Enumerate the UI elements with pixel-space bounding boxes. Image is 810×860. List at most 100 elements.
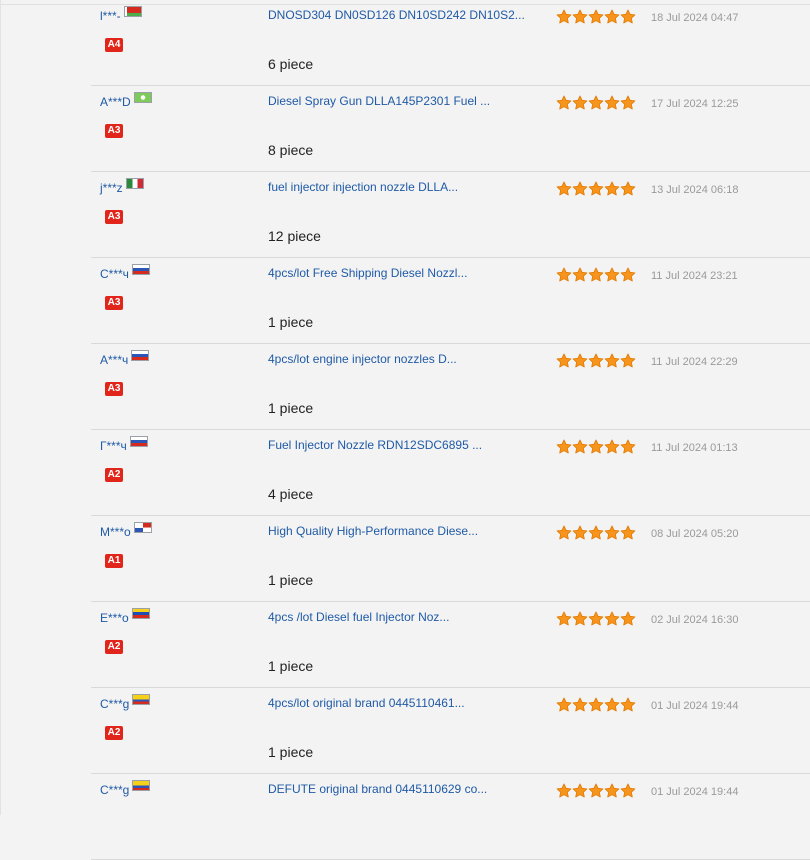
country-flag-icon — [124, 6, 142, 17]
rating-stars — [556, 181, 636, 197]
country-flag-icon — [130, 436, 148, 447]
buyer-name: C***g — [100, 697, 130, 711]
product-link[interactable]: 4pcs/lot Free Shipping Diesel Nozzl... — [268, 266, 467, 280]
feedback-row-1: l***- A4 DNOSD304 DN0SD126 DN10SD242 DN1… — [1, 0, 810, 86]
feedback-date: 18 Jul 2024 04:47 — [651, 12, 739, 24]
star-icon — [604, 95, 620, 110]
feedback-row-9: C***g A2 4pcs/lot original brand 0445110… — [1, 688, 810, 774]
star-icon — [604, 181, 620, 196]
star-icon — [588, 267, 604, 282]
star-icon — [588, 181, 604, 196]
buyer-name: Г***ч — [100, 439, 127, 453]
product-link[interactable]: Fuel Injector Nozzle RDN12SDC6895 ... — [268, 438, 482, 452]
star-icon — [556, 95, 572, 110]
rating-stars — [556, 697, 636, 713]
buyer-level-badge: A3 — [105, 296, 123, 310]
feedback-date: 01 Jul 2024 19:44 — [651, 700, 739, 712]
star-icon — [620, 95, 636, 110]
order-quantity: 1 piece — [268, 314, 314, 330]
rating-stars — [556, 353, 636, 369]
star-icon — [620, 267, 636, 282]
order-quantity: 4 piece — [268, 486, 314, 502]
buyer-name: C***ч — [100, 267, 129, 281]
star-icon — [604, 9, 620, 24]
country-flag-icon — [132, 780, 150, 791]
star-icon — [620, 697, 636, 712]
star-icon — [588, 783, 604, 798]
star-icon — [620, 525, 636, 540]
country-flag-icon — [134, 522, 152, 533]
product-link[interactable]: 4pcs/lot original brand 0445110461... — [268, 696, 465, 710]
star-icon — [588, 611, 604, 626]
star-icon — [572, 9, 588, 24]
buyer-level-badge: A3 — [105, 210, 123, 224]
star-icon — [572, 267, 588, 282]
star-icon — [572, 181, 588, 196]
rating-stars — [556, 267, 636, 283]
star-icon — [572, 439, 588, 454]
buyer-level-badge: A2 — [105, 468, 123, 482]
feedback-row-8: E***o A2 4pcs /lot Diesel fuel Injector … — [1, 602, 810, 688]
feedback-row-2: A***D A3 Diesel Spray Gun DLLA145P2301 F… — [1, 86, 810, 172]
buyer-name: M***o — [100, 525, 131, 539]
feedback-date: 02 Jul 2024 16:30 — [651, 614, 739, 626]
star-icon — [604, 697, 620, 712]
star-icon — [556, 697, 572, 712]
product-link[interactable]: fuel injector injection nozzle DLLA... — [268, 180, 458, 194]
country-flag-icon — [126, 178, 144, 189]
rating-stars — [556, 9, 636, 25]
product-link[interactable]: 4pcs /lot Diesel fuel Injector Noz... — [268, 610, 449, 624]
product-link[interactable]: DEFUTE original brand 0445110629 co... — [268, 782, 487, 796]
buyer-name: j***z — [100, 181, 123, 195]
feedback-row-3: j***z A3 fuel injector injection nozzle … — [1, 172, 810, 258]
feedback-list: l***- A4 DNOSD304 DN0SD126 DN10SD242 DN1… — [0, 0, 810, 860]
buyer-name: l***- — [100, 9, 121, 23]
feedback-date: 11 Jul 2024 01:13 — [651, 442, 738, 454]
order-quantity: 1 piece — [268, 400, 314, 416]
country-flag-icon — [131, 350, 149, 361]
star-icon — [556, 267, 572, 282]
order-quantity: 1 piece — [268, 572, 314, 588]
buyer-level-badge: A3 — [105, 382, 123, 396]
star-icon — [620, 9, 636, 24]
feedback-date: 17 Jul 2024 12:25 — [651, 98, 739, 110]
country-flag-icon — [132, 694, 150, 705]
feedback-row-6: Г***ч A2 Fuel Injector Nozzle RDN12SDC68… — [1, 430, 810, 516]
order-quantity: 6 piece — [268, 56, 314, 72]
rating-stars — [556, 611, 636, 627]
star-icon — [572, 95, 588, 110]
order-quantity: 1 piece — [268, 658, 314, 674]
country-flag-icon — [132, 264, 150, 275]
star-icon — [620, 611, 636, 626]
product-link[interactable]: Diesel Spray Gun DLLA145P2301 Fuel ... — [268, 94, 490, 108]
order-quantity: 8 piece — [268, 142, 314, 158]
product-link[interactable]: High Quality High-Performance Diese... — [268, 524, 478, 538]
buyer-name: E***o — [100, 611, 129, 625]
star-icon — [620, 783, 636, 798]
star-icon — [556, 439, 572, 454]
feedback-row-4: C***ч A3 4pcs/lot Free Shipping Diesel N… — [1, 258, 810, 344]
rating-stars — [556, 525, 636, 541]
star-icon — [588, 697, 604, 712]
star-icon — [620, 181, 636, 196]
feedback-date: 01 Jul 2024 19:44 — [651, 786, 739, 798]
star-icon — [604, 353, 620, 368]
buyer-level-badge: A2 — [105, 726, 123, 740]
product-link[interactable]: 4pcs/lot engine injector nozzles D... — [268, 352, 457, 366]
star-icon — [620, 439, 636, 454]
star-icon — [556, 181, 572, 196]
star-icon — [572, 353, 588, 368]
star-icon — [588, 525, 604, 540]
rating-stars — [556, 439, 636, 455]
product-link[interactable]: DNOSD304 DN0SD126 DN10SD242 DN10S2... — [268, 8, 525, 22]
star-icon — [604, 783, 620, 798]
feedback-row-10: C***g DEFUTE original brand 0445110629 c… — [1, 774, 810, 860]
star-icon — [556, 783, 572, 798]
star-icon — [556, 611, 572, 626]
star-icon — [604, 611, 620, 626]
star-icon — [604, 525, 620, 540]
star-icon — [572, 611, 588, 626]
buyer-name: A***D — [100, 95, 131, 109]
feedback-date: 11 Jul 2024 23:21 — [651, 270, 738, 282]
star-icon — [620, 353, 636, 368]
